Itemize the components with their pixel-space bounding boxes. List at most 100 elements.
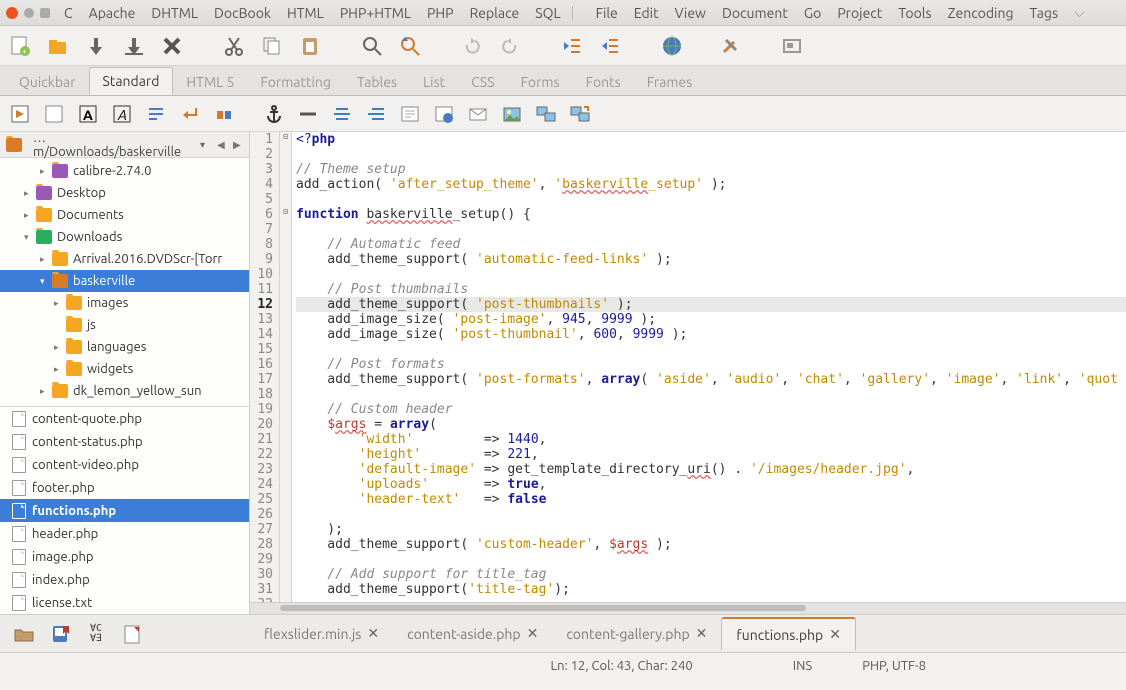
tool-tab-fonts[interactable]: Fonts	[573, 69, 634, 95]
maximize-icon[interactable]	[40, 8, 50, 18]
save-icon[interactable]	[84, 34, 108, 58]
menu-file[interactable]: File	[590, 3, 624, 23]
center-icon[interactable]	[330, 102, 354, 126]
file-item[interactable]: header.php	[0, 522, 249, 545]
menu-document[interactable]: Document	[716, 3, 794, 23]
menu-tools[interactable]: Tools	[892, 3, 937, 23]
tool-tab-standard[interactable]: Standard	[89, 67, 174, 95]
menu-c[interactable]: C	[58, 3, 79, 23]
menu-dhtml[interactable]: DHTML	[145, 3, 204, 23]
globe-icon[interactable]	[660, 34, 684, 58]
file-item[interactable]: content-video.php	[0, 453, 249, 476]
multi-thumb-icon[interactable]	[568, 102, 592, 126]
file-item[interactable]: footer.php	[0, 476, 249, 499]
menu-project[interactable]: Project	[831, 3, 888, 23]
anchor-icon[interactable]	[262, 102, 286, 126]
right-align-icon[interactable]	[364, 102, 388, 126]
fullscreen-icon[interactable]	[780, 34, 804, 58]
close-tab-icon[interactable]: ✕	[527, 625, 539, 642]
tree-item[interactable]: ▸images	[0, 292, 249, 314]
comment-icon[interactable]	[398, 102, 422, 126]
doc-tab[interactable]: content-aside.php✕	[393, 618, 552, 649]
menu-replace[interactable]: Replace	[464, 3, 526, 23]
tree-item[interactable]: ▸widgets	[0, 358, 249, 380]
close-icon[interactable]	[6, 7, 18, 19]
file-item[interactable]: image.php	[0, 545, 249, 568]
tree-item[interactable]: ▸dk_lemon_yellow_sun	[0, 380, 249, 402]
italic-icon[interactable]: A	[110, 102, 134, 126]
tool-tab-tables[interactable]: Tables	[344, 69, 410, 95]
find-replace-icon[interactable]	[398, 34, 422, 58]
snippets-icon[interactable]	[120, 622, 144, 646]
file-item[interactable]: content-status.php	[0, 430, 249, 453]
fold-gutter[interactable]: ⊟⊟	[280, 132, 292, 602]
tool-tab-list[interactable]: List	[410, 69, 458, 95]
code-area[interactable]: <?php // Theme setupadd_action( 'after_s…	[292, 132, 1126, 602]
menu-go[interactable]: Go	[798, 3, 827, 23]
thumbnail-icon[interactable]	[534, 102, 558, 126]
break-icon[interactable]	[178, 102, 202, 126]
new-file-icon[interactable]: +	[8, 34, 32, 58]
menu-overflow-icon[interactable]: ⌵	[1068, 2, 1091, 23]
menu-sql[interactable]: SQL	[529, 3, 566, 23]
tree-item[interactable]: ▸Documents	[0, 204, 249, 226]
tool-tab-html-5[interactable]: HTML 5	[173, 69, 247, 95]
close-file-icon[interactable]	[160, 34, 184, 58]
nav-right-icon[interactable]: ▶	[233, 139, 243, 151]
doc-tab[interactable]: content-gallery.php✕	[552, 618, 721, 649]
image-icon[interactable]	[500, 102, 524, 126]
quickstart-icon[interactable]	[8, 102, 32, 126]
tree-item[interactable]: ▾Downloads	[0, 226, 249, 248]
file-item[interactable]: functions.php	[0, 499, 249, 522]
menu-view[interactable]: View	[669, 3, 712, 23]
menu-zencoding[interactable]: Zencoding	[942, 3, 1020, 23]
file-item[interactable]: index.php	[0, 568, 249, 591]
paste-icon[interactable]	[298, 34, 322, 58]
menu-edit[interactable]: Edit	[628, 3, 665, 23]
tree-item[interactable]: ▸Arrival.2016.DVDScr-[Torr	[0, 248, 249, 270]
nav-left-icon[interactable]: ◀	[217, 139, 227, 151]
email-icon[interactable]	[466, 102, 490, 126]
link-icon[interactable]	[432, 102, 456, 126]
file-item[interactable]: license.txt	[0, 591, 249, 614]
tool-tab-quickbar[interactable]: Quickbar	[6, 69, 89, 95]
tree-item[interactable]: ▸languages	[0, 336, 249, 358]
open-file-icon[interactable]	[46, 34, 70, 58]
redo-icon[interactable]	[498, 34, 522, 58]
nbsp-icon[interactable]	[212, 102, 236, 126]
indent-icon[interactable]	[598, 34, 622, 58]
tree-item[interactable]: ▾baskerville	[0, 270, 249, 292]
tool-tab-css[interactable]: CSS	[458, 69, 507, 95]
directory-bar[interactable]: …m/Downloads/baskerville ▾ ◀ ▶	[0, 132, 249, 158]
bold-icon[interactable]: A	[76, 102, 100, 126]
close-tab-icon[interactable]: ✕	[829, 626, 841, 643]
doc-tab[interactable]: functions.php✕	[721, 617, 856, 650]
minimize-icon[interactable]	[24, 8, 34, 18]
close-tab-icon[interactable]: ✕	[367, 625, 379, 642]
undo-icon[interactable]	[460, 34, 484, 58]
horizontal-scrollbar[interactable]	[250, 602, 1126, 614]
bookmark-icon[interactable]	[48, 622, 72, 646]
editor-body[interactable]: 1234567891011121314151617181920212223242…	[250, 132, 1126, 602]
copy-icon[interactable]	[260, 34, 284, 58]
tree-item[interactable]: ▸calibre-2.74.0	[0, 160, 249, 182]
paragraph-icon[interactable]	[144, 102, 168, 126]
menu-php+html[interactable]: PHP+HTML	[334, 3, 417, 23]
menu-tags[interactable]: Tags	[1024, 3, 1065, 23]
open-folder-icon[interactable]	[12, 622, 36, 646]
charmap-icon[interactable]: ∀C∀∃	[84, 622, 108, 646]
tool-tab-forms[interactable]: Forms	[508, 69, 573, 95]
doc-tab[interactable]: flexslider.min.js✕	[250, 618, 393, 649]
menu-html[interactable]: HTML	[281, 3, 330, 23]
tool-tab-formatting[interactable]: Formatting	[247, 69, 344, 95]
search-icon[interactable]	[360, 34, 384, 58]
tool-tab-frames[interactable]: Frames	[634, 69, 706, 95]
close-tab-icon[interactable]: ✕	[696, 625, 708, 642]
unindent-icon[interactable]	[560, 34, 584, 58]
tree-item[interactable]: ▸Desktop	[0, 182, 249, 204]
menu-docbook[interactable]: DocBook	[208, 3, 277, 23]
hrule-icon[interactable]	[296, 102, 320, 126]
menu-php[interactable]: PHP	[421, 3, 460, 23]
file-item[interactable]: content-quote.php	[0, 407, 249, 430]
body-icon[interactable]	[42, 102, 66, 126]
